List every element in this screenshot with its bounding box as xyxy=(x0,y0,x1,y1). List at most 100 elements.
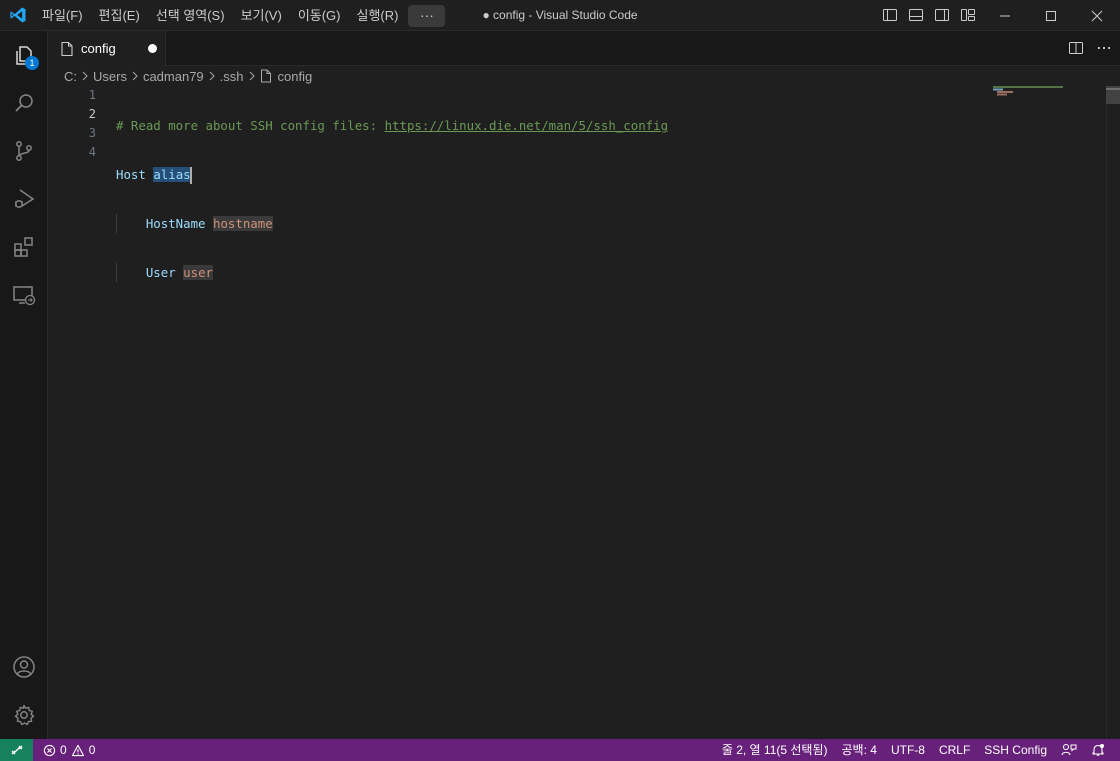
sidebar-right-icon xyxy=(935,9,949,21)
eol-setting[interactable]: CRLF xyxy=(932,739,977,761)
extensions-icon xyxy=(14,237,33,257)
customize-layout-button[interactable] xyxy=(958,5,978,25)
breadcrumb-user-folder[interactable]: cadman79 xyxy=(143,69,204,84)
cursor-position[interactable]: 줄 2, 열 11(5 선택됨) xyxy=(715,739,835,761)
close-window-button[interactable] xyxy=(1074,0,1120,31)
keyword-token: User xyxy=(145,265,176,280)
chevron-right-icon xyxy=(207,71,217,81)
comment-token: # Read more about SSH config files: xyxy=(116,118,385,133)
code-editor[interactable]: 1 2 3 4 # Read more about SSH config fil… xyxy=(48,86,1120,739)
layout-icon xyxy=(961,9,975,21)
tab-label: config xyxy=(81,41,116,56)
panel-bottom-icon xyxy=(909,9,923,21)
remote-icon xyxy=(11,745,22,755)
line-number-gutter: 1 2 3 4 xyxy=(48,86,96,162)
feedback-icon xyxy=(1061,743,1077,756)
warning-count: 0 xyxy=(88,743,96,757)
indent-guide xyxy=(116,214,117,233)
title-bar: 파일(F) 편집(E) 선택 영역(S) 보기(V) 이동(G) 실행(R) ·… xyxy=(0,0,1120,31)
indent-guide xyxy=(116,263,117,282)
menu-view[interactable]: 보기(V) xyxy=(233,5,290,27)
bell-icon xyxy=(1092,744,1104,756)
remote-indicator-button[interactable] xyxy=(0,739,33,761)
menu-file[interactable]: 파일(F) xyxy=(34,5,91,27)
menu-edit[interactable]: 편집(E) xyxy=(91,5,148,27)
error-count: 0 xyxy=(60,743,67,757)
breadcrumb-drive[interactable]: C: xyxy=(64,69,77,84)
breadcrumb-ssh-folder[interactable]: .ssh xyxy=(220,69,244,84)
code-content[interactable]: # Read more about SSH config files: http… xyxy=(116,86,668,312)
encoding-setting[interactable]: UTF-8 xyxy=(884,739,932,761)
menu-go[interactable]: 이동(G) xyxy=(290,5,349,27)
toggle-secondary-sidebar-button[interactable] xyxy=(932,5,952,25)
activity-bar: 1 xyxy=(0,31,48,739)
minimize-button[interactable] xyxy=(982,0,1028,31)
run-debug-button[interactable] xyxy=(0,175,48,223)
close-icon xyxy=(1091,10,1103,21)
search-button[interactable] xyxy=(0,79,48,127)
code-line: HostName hostname xyxy=(116,214,668,233)
file-icon xyxy=(260,69,272,83)
vscode-logo-icon xyxy=(10,7,26,23)
code-line: User user xyxy=(116,263,668,282)
breadcrumb-file[interactable]: config xyxy=(278,69,313,84)
accounts-button[interactable] xyxy=(0,643,48,691)
warning-icon xyxy=(71,744,84,756)
more-actions-button[interactable] xyxy=(1094,38,1114,58)
feedback-button[interactable] xyxy=(1054,739,1084,761)
explorer-button[interactable]: 1 xyxy=(0,31,48,79)
split-editor-icon xyxy=(1069,42,1083,54)
unsaved-dot-icon[interactable] xyxy=(148,44,157,53)
split-editor-button[interactable] xyxy=(1066,38,1086,58)
error-icon xyxy=(43,744,56,756)
breadcrumb-users[interactable]: Users xyxy=(93,69,127,84)
editor-tabs: config xyxy=(48,31,1120,66)
comment-link[interactable]: https://linux.die.net/man/5/ssh_config xyxy=(385,118,668,133)
extensions-button[interactable] xyxy=(0,223,48,271)
status-bar: 0 0 줄 2, 열 11(5 선택됨) 공백: 4 UTF-8 CRLF SS… xyxy=(0,739,1120,761)
line-number: 4 xyxy=(88,145,96,159)
toggle-panel-button[interactable] xyxy=(906,5,926,25)
value-token: hostname xyxy=(213,216,273,231)
chevron-right-icon xyxy=(80,71,90,81)
keyword-token: Host xyxy=(116,167,146,182)
source-control-button[interactable] xyxy=(0,127,48,175)
sidebar-left-icon xyxy=(883,9,897,21)
chevron-right-icon xyxy=(247,71,257,81)
status-bar-right: 줄 2, 열 11(5 선택됨) 공백: 4 UTF-8 CRLF SSH Co… xyxy=(715,739,1112,761)
vertical-scrollbar[interactable] xyxy=(1106,86,1120,739)
toggle-primary-sidebar-button[interactable] xyxy=(880,5,900,25)
notifications-button[interactable] xyxy=(1084,739,1112,761)
ellipsis-icon xyxy=(1097,46,1111,50)
explorer-badge: 1 xyxy=(25,56,39,70)
breadcrumb: C: Users cadman79 .ssh config xyxy=(64,66,312,86)
line-number: 3 xyxy=(88,126,96,140)
line-number: 1 xyxy=(88,88,96,102)
account-icon xyxy=(13,656,35,678)
indentation-setting[interactable]: 공백: 4 xyxy=(835,739,884,761)
code-line: Host alias xyxy=(116,165,668,184)
chevron-right-icon xyxy=(130,71,140,81)
file-icon xyxy=(61,41,73,56)
menu-run[interactable]: 실행(R) xyxy=(349,5,407,27)
code-line: # Read more about SSH config files: http… xyxy=(116,116,668,135)
run-debug-icon xyxy=(15,189,35,208)
maximize-button[interactable] xyxy=(1028,0,1074,31)
line-number-active: 2 xyxy=(88,107,96,121)
menu-bar: 파일(F) 편집(E) 선택 영역(S) 보기(V) 이동(G) 실행(R) ·… xyxy=(34,0,446,31)
source-control-icon xyxy=(16,141,32,161)
language-mode[interactable]: SSH Config xyxy=(977,739,1054,761)
menu-selection[interactable]: 선택 영역(S) xyxy=(148,5,233,27)
text-cursor xyxy=(189,167,192,184)
remote-explorer-icon xyxy=(13,286,36,306)
remote-explorer-button[interactable] xyxy=(0,271,48,319)
manage-button[interactable] xyxy=(0,691,48,739)
search-icon xyxy=(15,94,33,112)
minimap[interactable] xyxy=(993,86,1063,106)
value-token: user xyxy=(183,265,213,280)
problems-indicator[interactable]: 0 0 xyxy=(43,739,95,761)
menu-more-button[interactable]: ··· xyxy=(408,4,446,27)
tab-config[interactable]: config xyxy=(48,31,166,66)
minimize-icon xyxy=(1000,15,1010,16)
